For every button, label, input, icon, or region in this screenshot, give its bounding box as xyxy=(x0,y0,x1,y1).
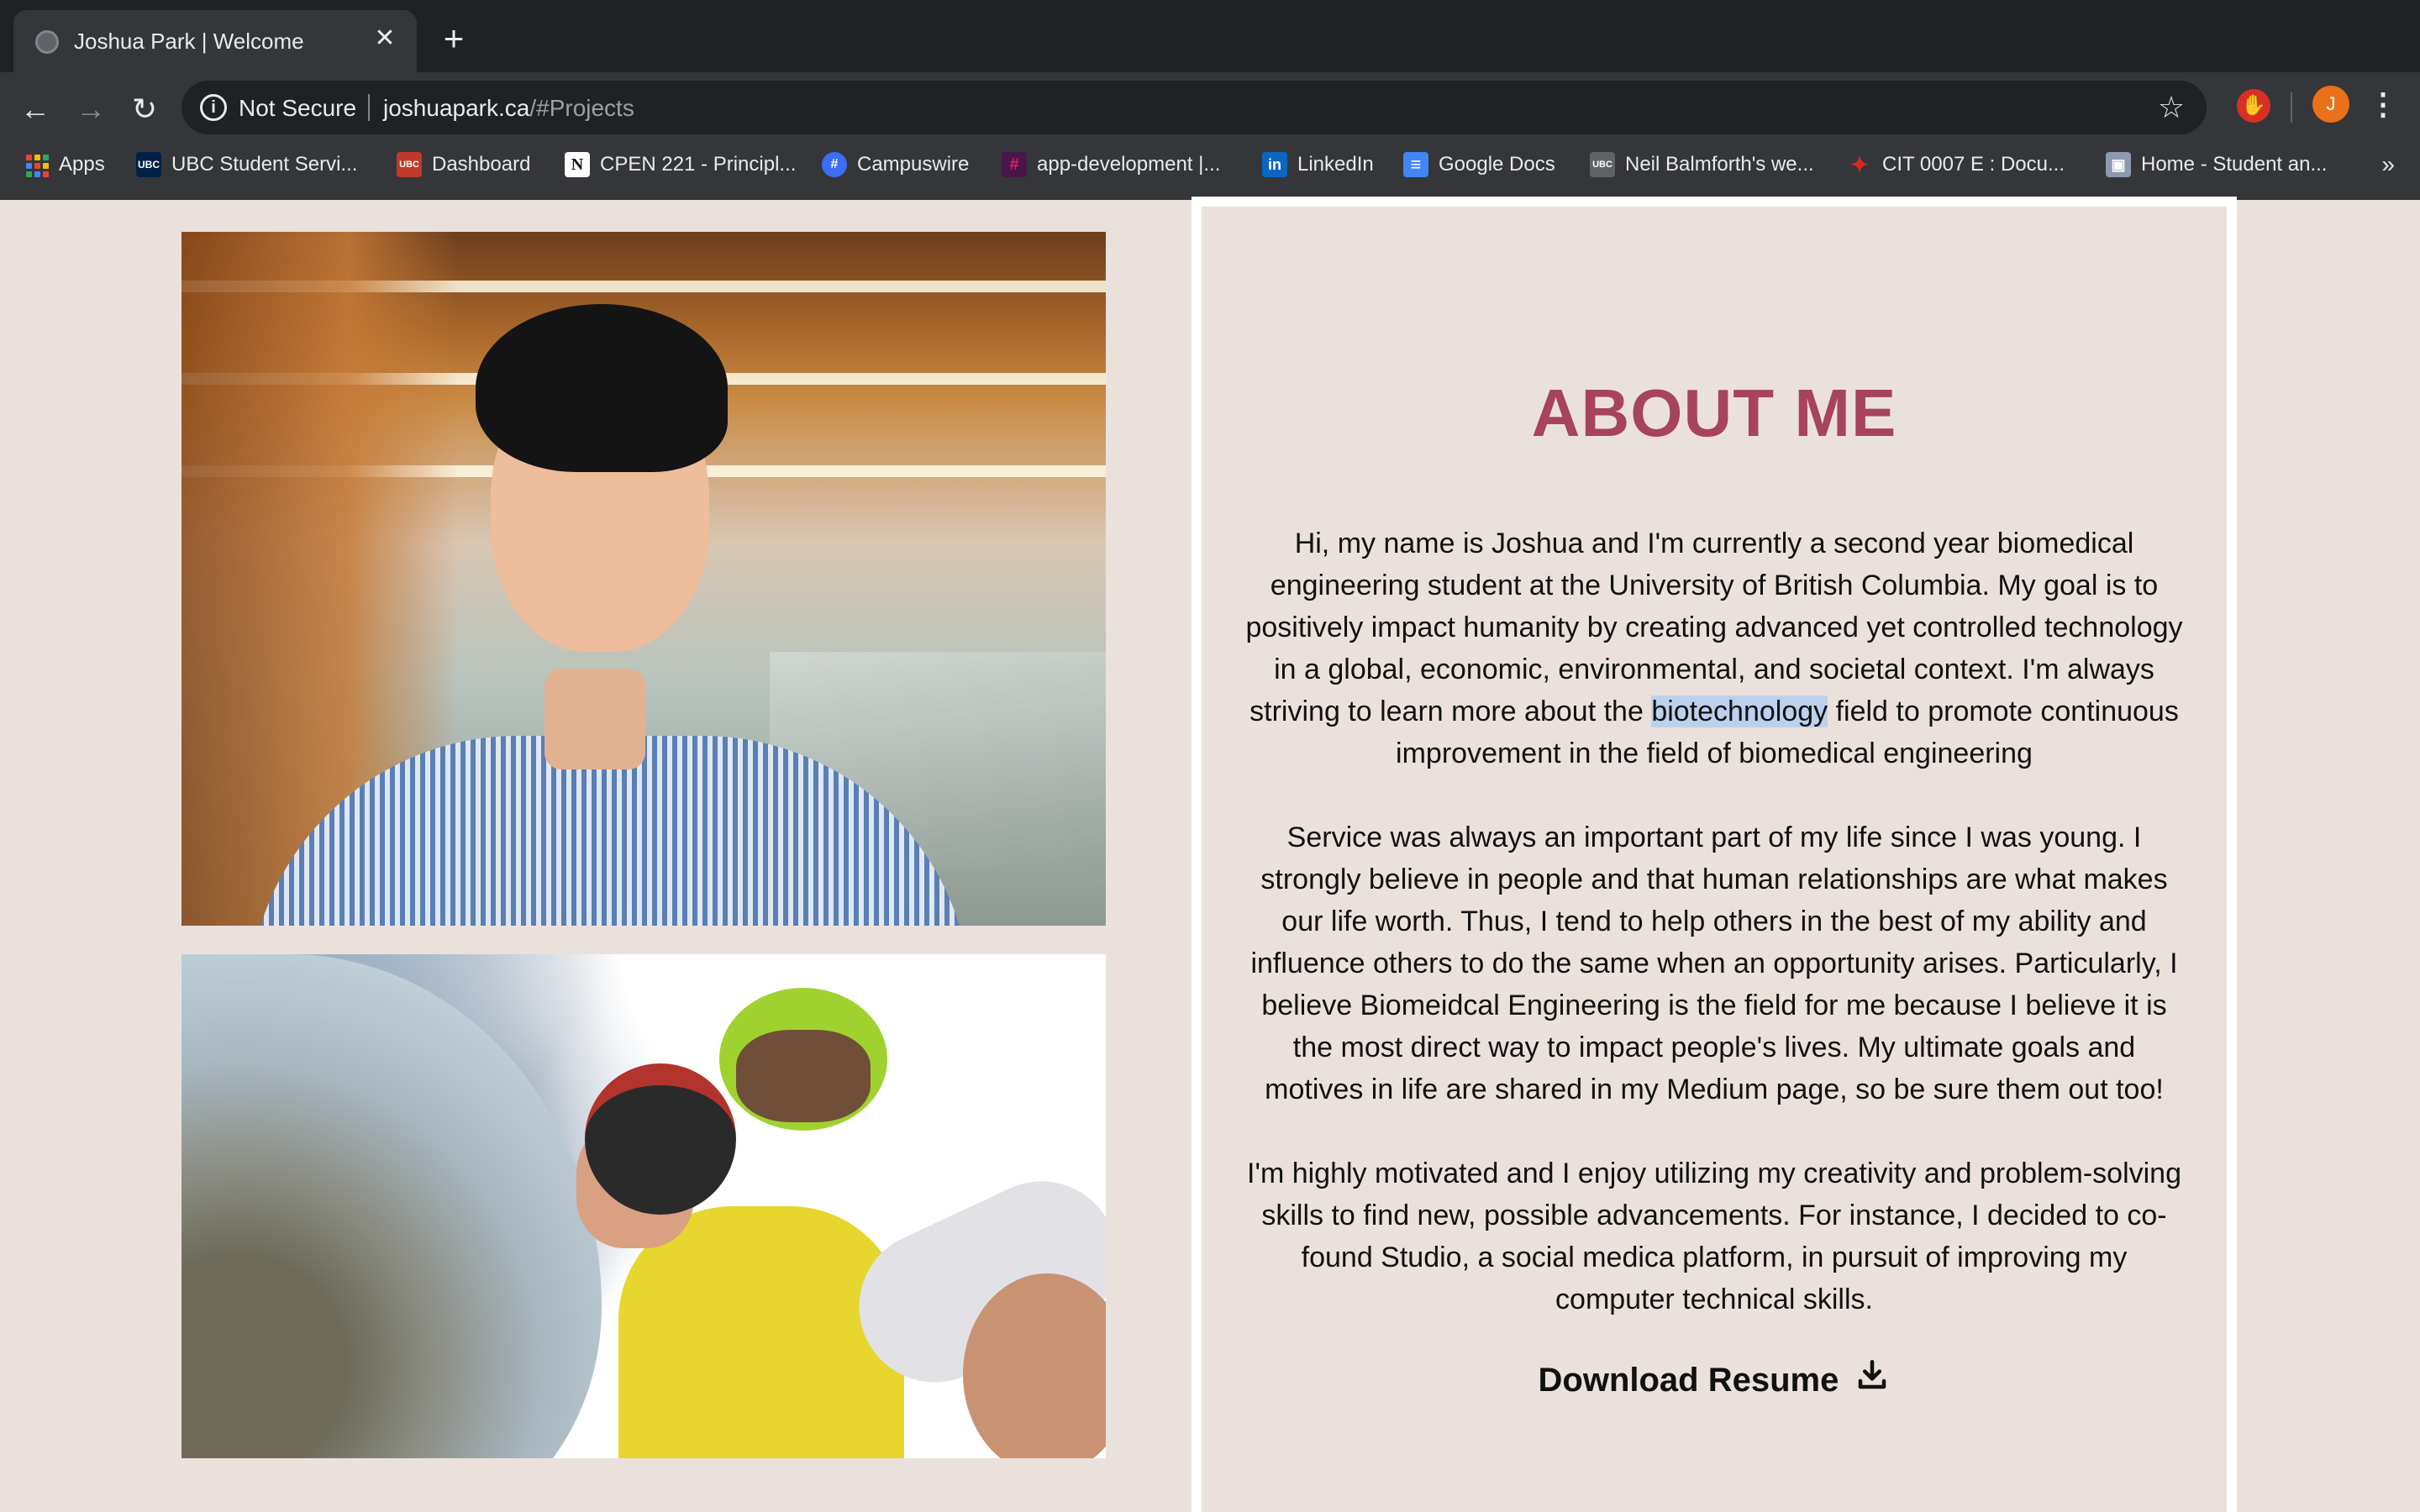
bookmark-campuswire[interactable]: # Campuswire xyxy=(822,148,969,181)
maple-leaf-icon: ✦ xyxy=(1850,151,1869,177)
reload-button[interactable]: ↻ xyxy=(121,86,168,133)
address-bar[interactable]: i Not Secure joshuapark.ca/#Projects ☆ xyxy=(182,81,2207,134)
bookmark-label: Google Docs xyxy=(1439,153,1555,176)
ubc-icon: UBC xyxy=(136,152,161,177)
new-tab-button[interactable]: + xyxy=(437,21,471,56)
about-paragraph-2: Service was always an important part of … xyxy=(1250,822,2178,1105)
slack-icon: # xyxy=(1002,152,1027,177)
bookmark-app-development[interactable]: # app-development |... xyxy=(1002,148,1220,181)
linkedin-icon: in xyxy=(1262,152,1287,177)
download-resume-link[interactable]: Download Resume xyxy=(1202,1357,2227,1399)
back-button[interactable]: ← xyxy=(12,86,59,133)
profile-avatar[interactable]: J xyxy=(2312,86,2349,123)
about-paragraph-1: Hi, my name is Joshua and I'm currently … xyxy=(1245,528,2183,769)
apps-grid-icon xyxy=(24,152,49,177)
google-docs-icon: ≡ xyxy=(1403,152,1428,177)
bookmarks-bar: Apps UBC UBC Student Servi... UBC Dashbo… xyxy=(0,139,2420,190)
bookmark-ubc-student-services[interactable]: UBC UBC Student Servi... xyxy=(136,148,357,181)
bookmark-star-icon[interactable]: ☆ xyxy=(2151,87,2191,128)
bookmark-label: LinkedIn xyxy=(1297,153,1374,176)
notion-icon: N xyxy=(565,152,590,177)
about-title: ABOUT ME xyxy=(1531,375,1897,450)
bookmark-label: CPEN 221 - Principl... xyxy=(600,153,797,176)
bookmarks-overflow-chevron-icon[interactable]: » xyxy=(2381,151,2395,178)
security-status[interactable]: Not Secure xyxy=(239,95,356,122)
forward-button[interactable]: → xyxy=(67,86,114,133)
about-paragraph-3: I'm highly motivated and I enjoy utilizi… xyxy=(1247,1158,2181,1315)
bookmark-apps[interactable]: Apps xyxy=(24,148,105,181)
portrait-photo xyxy=(182,232,1106,926)
bookmark-cpen-221[interactable]: N CPEN 221 - Principl... xyxy=(565,148,796,181)
bookmark-label: Campuswire xyxy=(857,153,970,176)
skydiving-photo xyxy=(182,954,1106,1458)
close-tab-icon[interactable]: ✕ xyxy=(368,22,402,55)
download-resume-label: Download Resume xyxy=(1538,1362,1839,1399)
kebab-menu-icon[interactable]: ⋮ xyxy=(2366,82,2400,126)
download-icon xyxy=(1859,1359,1886,1389)
browser-toolbar: ← → ↻ i Not Secure joshuapark.ca/#Projec… xyxy=(0,72,2420,200)
bookmark-label: CIT 0007 E : Docu... xyxy=(1882,153,2065,176)
url-path: /#Projects xyxy=(529,95,634,121)
toolbar-divider xyxy=(2291,92,2292,123)
bookmark-linkedin[interactable]: in LinkedIn xyxy=(1262,148,1374,181)
url-host: joshuapark.ca xyxy=(383,95,530,121)
about-me-card: ABOUT ME Hi, my name is Joshua and I'm c… xyxy=(1192,197,2237,1512)
bookmark-label: Home - Student an... xyxy=(2141,153,2328,176)
bookmark-google-docs[interactable]: ≡ Google Docs xyxy=(1403,148,1555,181)
info-icon[interactable]: i xyxy=(200,94,227,121)
bookmark-label: UBC Student Servi... xyxy=(171,153,358,176)
bookmark-label: Apps xyxy=(59,153,105,176)
selected-text: biotechnology xyxy=(1651,696,1828,727)
url-text[interactable]: joshuapark.ca/#Projects xyxy=(383,95,634,122)
campuswire-icon: # xyxy=(822,152,847,177)
globe-icon xyxy=(35,30,59,54)
browser-tab-active[interactable]: Joshua Park | Welcome ✕ xyxy=(13,10,417,72)
bookmark-label: Dashboard xyxy=(432,153,531,176)
canvas-icon: UBC xyxy=(397,152,422,177)
bookmark-label: app-development |... xyxy=(1037,153,1221,176)
extension-icon[interactable]: ✋ xyxy=(2237,89,2270,123)
tab-title: Joshua Park | Welcome xyxy=(74,29,304,54)
omnibox-divider xyxy=(368,94,370,121)
bookmark-home-student[interactable]: ▣ Home - Student an... xyxy=(2106,148,2327,181)
browser-tab-strip: Joshua Park | Welcome ✕ + xyxy=(0,0,2420,72)
student-icon: ▣ xyxy=(2106,152,2131,177)
bookmark-dashboard[interactable]: UBC Dashboard xyxy=(397,148,530,181)
bookmark-label: Neil Balmforth's we... xyxy=(1625,153,1814,176)
ubc-icon: UBC xyxy=(1590,152,1615,177)
bookmark-neil-balmforth[interactable]: UBC Neil Balmforth's we... xyxy=(1590,148,1814,181)
bookmark-cit-0007[interactable]: ✦ CIT 0007 E : Docu... xyxy=(1847,148,2065,181)
